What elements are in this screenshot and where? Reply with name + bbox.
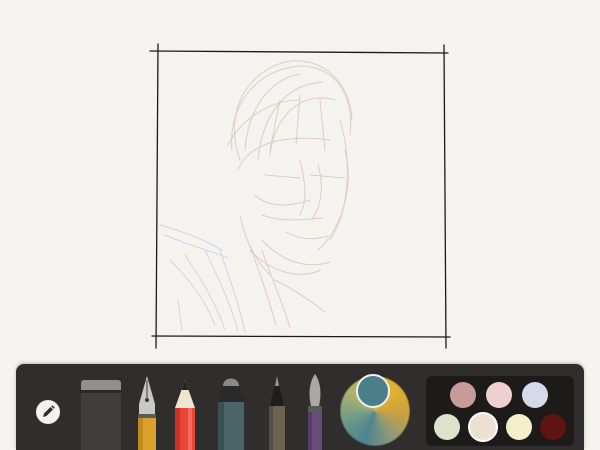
sketch-frame bbox=[149, 43, 451, 349]
fine-pen-icon bbox=[269, 376, 285, 450]
palette-swatch-selected[interactable] bbox=[468, 412, 498, 442]
sketch-shoulders bbox=[159, 224, 246, 333]
brush-tool[interactable] bbox=[302, 372, 328, 450]
marker-tool[interactable] bbox=[212, 374, 250, 450]
pencil-tool[interactable] bbox=[172, 378, 198, 450]
fountain-pen-icon bbox=[138, 376, 156, 450]
eraser-icon bbox=[81, 380, 121, 450]
fountain-pen-tool[interactable] bbox=[134, 374, 160, 450]
pencil-icon[interactable] bbox=[36, 400, 60, 424]
bottom-toolbar bbox=[16, 364, 584, 450]
drawing-canvas[interactable] bbox=[0, 0, 600, 360]
color-mixer[interactable] bbox=[340, 374, 410, 446]
palette-swatch[interactable] bbox=[522, 382, 548, 408]
color-palette bbox=[426, 376, 574, 446]
palette-swatch[interactable] bbox=[486, 382, 512, 408]
brush-icon bbox=[308, 374, 322, 450]
fine-pen-tool[interactable] bbox=[264, 374, 290, 450]
sketch-layer bbox=[149, 43, 451, 349]
palette-swatch[interactable] bbox=[450, 382, 476, 408]
marker-icon bbox=[218, 378, 244, 450]
sketch-collar bbox=[249, 244, 326, 329]
pencil-icon bbox=[175, 380, 195, 450]
palette-swatch[interactable] bbox=[540, 414, 566, 440]
sketch-portrait bbox=[227, 60, 353, 276]
palette-swatch[interactable] bbox=[434, 414, 460, 440]
current-color-swatch[interactable] bbox=[356, 374, 390, 408]
eraser-tool[interactable] bbox=[80, 376, 122, 450]
palette-swatch[interactable] bbox=[506, 414, 532, 440]
